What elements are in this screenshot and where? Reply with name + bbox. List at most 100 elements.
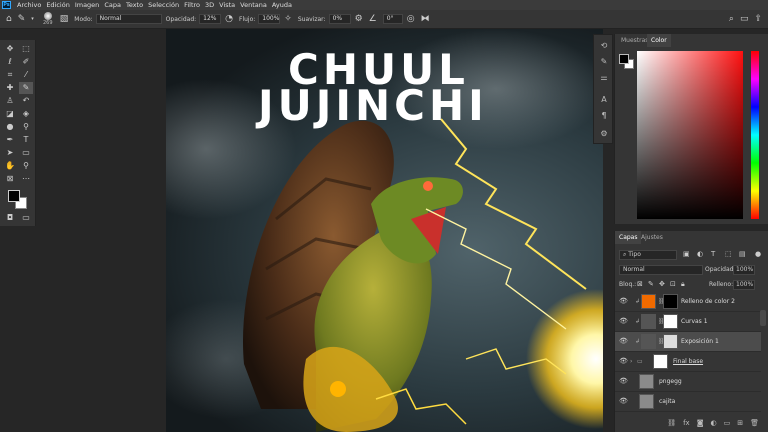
visibility-eye-icon[interactable]: 👁︎ (619, 317, 628, 325)
properties-panel-icon[interactable]: ⚙ (598, 129, 610, 139)
brush-preset-picker[interactable]: 269 (40, 12, 56, 26)
screen-mode-icon[interactable]: ▭ (19, 212, 33, 224)
chevron-down-icon[interactable]: ▾ (31, 16, 34, 22)
angle-field[interactable]: 0° (382, 14, 403, 24)
tab-ajustes[interactable]: Ajustes (637, 231, 667, 244)
blend-mode-select[interactable]: Normal (619, 265, 703, 275)
smoothing-field[interactable]: 0% (328, 14, 351, 24)
layer-style-icon[interactable]: fx (683, 419, 690, 427)
menu-ventana[interactable]: Ventana (240, 1, 267, 9)
layer-name[interactable]: pngegg (659, 378, 682, 385)
pressure-opacity-icon[interactable]: ◔ (225, 14, 233, 24)
layers-scrollbar[interactable] (760, 310, 766, 326)
layer-row[interactable]: 👁︎ pngegg (615, 372, 761, 392)
new-adjustment-icon[interactable]: ◐ (711, 419, 717, 427)
new-group-icon[interactable]: ▭ (724, 419, 731, 427)
character-panel-icon[interactable]: A (598, 95, 610, 105)
quick-select-tool-icon[interactable]: ✐ (19, 56, 33, 68)
document-canvas[interactable]: CHUUL JUJINCHI (166, 29, 603, 432)
opacity-field[interactable]: 12% (199, 14, 222, 24)
brush-settings-icon[interactable]: ▧ (60, 14, 69, 24)
filter-type-icon[interactable]: T (711, 250, 715, 258)
layer-name[interactable]: cajita (659, 398, 675, 405)
path-select-tool-icon[interactable]: ➤ (3, 147, 17, 159)
mode-select[interactable]: Normal (95, 14, 162, 24)
bucket-tool-icon[interactable]: ◈ (19, 108, 33, 120)
layer-name[interactable]: Final base (673, 358, 703, 365)
layer-filter-select[interactable]: ⌕ Tipo (619, 250, 677, 260)
layer-row[interactable]: 👁︎ › ▭ Final base (615, 352, 761, 372)
filter-pixel-icon[interactable]: ▣ (683, 250, 690, 258)
delete-layer-icon[interactable]: 🗑︎ (750, 419, 759, 427)
layer-row-selected[interactable]: 👁︎ ↲ ⛓ Exposición 1 (615, 332, 761, 352)
link-layers-icon[interactable]: ⛓ (667, 419, 676, 427)
visibility-eye-icon[interactable]: 👁︎ (619, 337, 628, 345)
visibility-eye-icon[interactable]: 👁︎ (619, 397, 628, 405)
menu-ayuda[interactable]: Ayuda (272, 1, 292, 9)
tab-color[interactable]: Color (647, 34, 671, 47)
visibility-eye-icon[interactable]: 👁︎ (619, 297, 628, 305)
add-mask-icon[interactable]: ◙ (697, 419, 704, 427)
lock-pixels-icon[interactable]: ⊠ (637, 280, 643, 288)
brush-tool-icon[interactable]: ✎ (18, 14, 26, 24)
filter-smart-icon[interactable]: ▤ (739, 250, 746, 258)
dodge-tool-icon[interactable]: ⚲ (19, 121, 33, 133)
color-field[interactable] (637, 51, 743, 219)
home-icon[interactable]: ⌂ (6, 14, 12, 24)
rectangle-tool-icon[interactable]: ▭ (19, 147, 33, 159)
eraser-tool-icon[interactable]: ◪ (3, 108, 17, 120)
flow-field[interactable]: 100% (258, 14, 281, 24)
layer-name[interactable]: Curvas 1 (681, 318, 708, 325)
gear-icon[interactable]: ⚙ (355, 14, 363, 24)
symmetry-icon[interactable]: ⧓ (421, 14, 430, 24)
fill-field[interactable]: 100% (733, 280, 755, 290)
pen-tool-icon[interactable]: ✒ (3, 134, 17, 146)
brush-tool-active-icon[interactable]: ✎ (19, 82, 33, 94)
airbrush-icon[interactable]: ✧ (284, 14, 292, 24)
filter-shape-icon[interactable]: ⬚ (725, 250, 732, 258)
layer-row[interactable]: 👁︎ ↲ ⛓ Curvas 1 (615, 312, 761, 332)
type-tool-icon[interactable]: T (19, 134, 33, 146)
layer-opacity-field[interactable]: 100% (733, 265, 755, 275)
blur-tool-icon[interactable]: ● (3, 121, 17, 133)
new-layer-icon[interactable]: ⊞ (737, 419, 743, 427)
lock-move-icon[interactable]: ✥ (659, 280, 665, 288)
crop-tool-icon[interactable]: ⌗ (3, 69, 17, 81)
history-panel-icon[interactable]: ⟲ (598, 41, 610, 51)
pressure-size-icon[interactable]: ◎ (407, 14, 415, 24)
marquee-tool-icon[interactable]: ⬚ (19, 43, 33, 55)
stamp-tool-icon[interactable]: ♙ (3, 95, 17, 107)
group-chevron-icon[interactable]: › (630, 358, 632, 365)
visibility-eye-icon[interactable]: 👁︎ (619, 357, 628, 365)
layer-name[interactable]: Exposición 1 (681, 338, 719, 345)
menu-archivo[interactable]: Archivo (17, 1, 41, 9)
move-tool-icon[interactable]: ✥ (3, 43, 17, 55)
more-tools-icon[interactable]: ⋯ (19, 173, 33, 185)
lock-paint-icon[interactable]: ✎ (648, 280, 654, 288)
layer-row[interactable]: 👁︎ ↲ ⛓ Relleno de color 2 (615, 292, 761, 312)
paragraph-panel-icon[interactable]: ¶ (598, 111, 610, 121)
hand-tool-icon[interactable]: ✋ (3, 160, 17, 172)
share-icon[interactable]: ⇪ (754, 14, 762, 24)
menu-filtro[interactable]: Filtro (184, 1, 200, 9)
filter-adjust-icon[interactable]: ◐ (697, 250, 703, 258)
search-icon[interactable]: ⌕ (729, 14, 734, 24)
menu-vista[interactable]: Vista (219, 1, 235, 9)
history-brush-tool-icon[interactable]: ↶ (19, 95, 33, 107)
menu-3d[interactable]: 3D (205, 1, 214, 9)
menu-capa[interactable]: Capa (104, 1, 121, 9)
zoom-tool-icon[interactable]: ⚲ (19, 160, 33, 172)
edit-toolbar-icon[interactable]: ⊠ (3, 173, 17, 185)
adjust-panel-icon[interactable]: ⚌ (598, 73, 610, 83)
foreground-color-swatch[interactable] (8, 190, 20, 202)
hue-slider[interactable] (751, 51, 759, 219)
layer-name[interactable]: Relleno de color 2 (681, 298, 735, 305)
menu-edicion[interactable]: Edición (46, 1, 70, 9)
foreground-swatch[interactable] (619, 54, 629, 64)
quick-mask-icon[interactable]: ◘ (3, 212, 17, 224)
healing-tool-icon[interactable]: ✚ (3, 82, 17, 94)
visibility-eye-icon[interactable]: 👁︎ (619, 377, 628, 385)
menu-seleccion[interactable]: Selección (148, 1, 179, 9)
brush-settings-panel-icon[interactable]: ✎ (598, 57, 610, 67)
eyedropper-tool-icon[interactable]: ⁄ (19, 69, 33, 81)
